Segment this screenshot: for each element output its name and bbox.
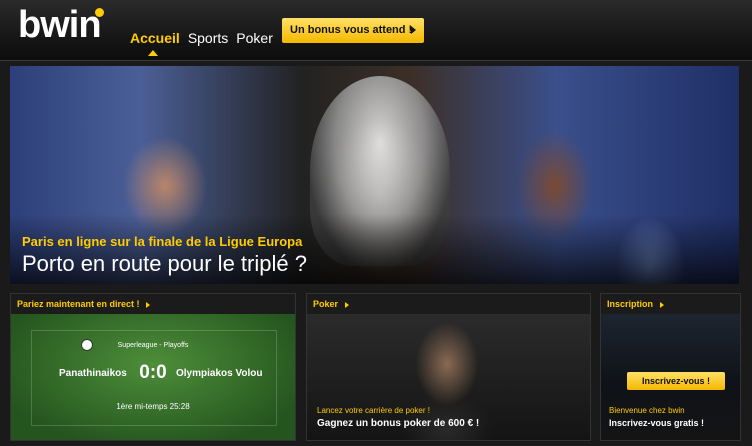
signup-panel[interactable]: Inscription Inscrivez-vous ! Bienvenue c… — [600, 293, 741, 441]
hero-kicker[interactable]: Paris en ligne sur la finale de la Ligue… — [22, 234, 302, 249]
nav-sports[interactable]: Sports — [188, 30, 228, 46]
signup-panel-header[interactable]: Inscription — [601, 294, 740, 314]
nav-poker[interactable]: Poker — [236, 30, 273, 46]
nav-accueil[interactable]: Accueil — [130, 30, 180, 46]
bwin-logo[interactable]: bwin — [18, 4, 102, 47]
signup-kicker: Bienvenue chez bwin — [609, 406, 685, 415]
poker-panel-heading: Poker — [313, 299, 339, 309]
active-nav-indicator — [148, 50, 158, 56]
signup-button[interactable]: Inscrivez-vous ! — [627, 372, 725, 390]
top-navigation-bar: bwin Accueil Sports Poker Un bonus vous … — [0, 0, 752, 61]
poker-title[interactable]: Gagnez un bonus poker de 600 € ! — [317, 418, 479, 429]
logo-dot — [95, 8, 104, 17]
hero-banner[interactable]: Paris en ligne sur la finale de la Ligue… — [10, 66, 739, 284]
arrow-right-icon — [344, 301, 349, 308]
arrow-right-icon — [659, 301, 664, 308]
main-navigation: Accueil Sports Poker — [130, 30, 273, 56]
bonus-button-label: Un bonus vous attend ! — [290, 24, 413, 36]
signup-title[interactable]: Inscrivez-vous gratis ! — [609, 418, 704, 428]
bonus-button[interactable]: Un bonus vous attend ! — [282, 18, 424, 43]
signup-panel-heading: Inscription — [607, 299, 654, 309]
arrow-right-icon — [146, 301, 151, 308]
arrow-right-icon — [411, 26, 416, 34]
live-panel-heading: Pariez maintenant en direct ! — [17, 299, 140, 309]
away-team: Olympiakos Volou — [176, 368, 263, 379]
league-label: Superleague - Playoffs — [117, 342, 189, 349]
live-panel-header[interactable]: Pariez maintenant en direct ! — [11, 294, 295, 314]
poker-panel-header[interactable]: Poker — [307, 294, 590, 314]
live-betting-panel[interactable]: Pariez maintenant en direct ! Superleagu… — [10, 293, 296, 441]
poker-panel[interactable]: Poker Lancez votre carrière de poker ! G… — [306, 293, 591, 441]
hero-title[interactable]: Porto en route pour le triplé ? — [22, 251, 307, 277]
match-clock: 1ère mi-temps 25:28 — [116, 402, 190, 411]
poker-kicker: Lancez votre carrière de poker ! — [317, 406, 430, 415]
